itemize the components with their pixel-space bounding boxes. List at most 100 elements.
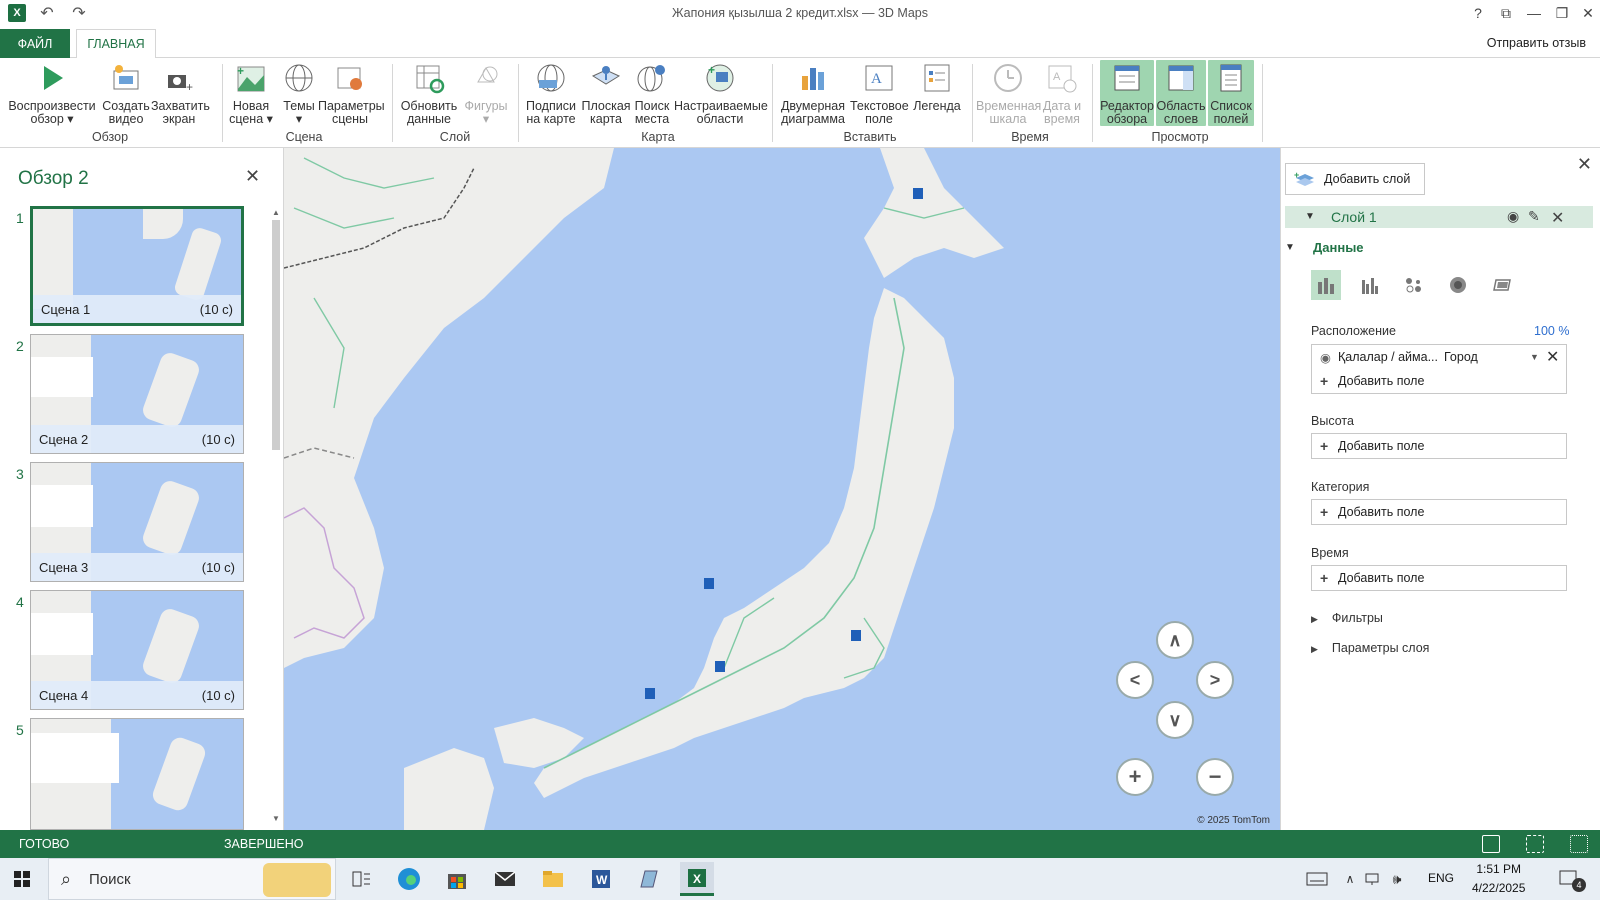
eye-icon[interactable]: ◉ xyxy=(1507,208,1519,225)
scene-thumbnail-5[interactable] xyxy=(30,718,244,830)
data-marker[interactable] xyxy=(704,578,714,589)
screen-icon[interactable] xyxy=(1482,835,1500,853)
scene-thumbnail-3[interactable]: Сцена 3 (10 с) xyxy=(30,462,244,582)
mail-icon[interactable] xyxy=(488,862,522,896)
clock[interactable]: 1:51 PM 4/22/2025 xyxy=(1472,860,1525,898)
collapse-triangle-icon[interactable]: ▼ xyxy=(1285,242,1295,253)
field-list-button[interactable]: Список полей xyxy=(1208,60,1254,126)
file-explorer-icon[interactable] xyxy=(536,862,570,896)
chevron-up-icon[interactable]: ∧ xyxy=(1340,862,1360,896)
date-time-button[interactable]: A Дата и время xyxy=(1040,60,1084,126)
data-marker[interactable] xyxy=(715,661,725,672)
pan-left-button[interactable]: < xyxy=(1116,661,1154,699)
stacked-column-icon[interactable] xyxy=(1311,270,1341,300)
pencil-icon[interactable]: ✎ xyxy=(1528,208,1540,225)
create-video-button[interactable]: Создать видео xyxy=(100,60,152,126)
delete-layer-icon[interactable]: ✕ xyxy=(1551,208,1564,228)
minimize-button[interactable]: — xyxy=(1522,3,1546,23)
zoom-out-button[interactable]: − xyxy=(1196,758,1234,796)
text-box-button[interactable]: A Текстовое поле xyxy=(848,60,910,126)
word-icon[interactable]: W xyxy=(584,862,618,896)
add-layer-button[interactable]: + Добавить слой xyxy=(1285,163,1425,195)
new-scene-button[interactable]: + Новая сцена ▾ xyxy=(226,60,276,126)
store-icon[interactable] xyxy=(440,862,474,896)
keyboard-icon[interactable] xyxy=(1300,862,1334,896)
bubble-icon[interactable] xyxy=(1399,270,1429,300)
fit-icon[interactable] xyxy=(1526,835,1544,853)
capture-screen-button[interactable]: + Захватить экран xyxy=(150,60,210,126)
category-field-box[interactable]: + Добавить поле xyxy=(1311,499,1567,525)
radio-icon[interactable]: ◉ xyxy=(1320,350,1338,365)
time-field-box[interactable]: + Добавить поле xyxy=(1311,565,1567,591)
map-view[interactable]: ∧ < > ∨ + − © 2025 TomTom xyxy=(284,148,1280,830)
filters-section[interactable]: ▶ Фильтры xyxy=(1311,611,1383,625)
close-button[interactable]: ✕ xyxy=(1576,3,1600,23)
svg-text:+: + xyxy=(237,64,244,78)
scroll-down-icon[interactable]: ▼ xyxy=(270,814,282,824)
scroll-up-icon[interactable]: ▲ xyxy=(270,208,282,218)
task-view-icon[interactable] xyxy=(344,862,378,896)
windows-start-icon[interactable] xyxy=(8,866,36,892)
map-labels-button[interactable]: Подписи на карте xyxy=(522,60,580,126)
remove-field-icon[interactable]: ✕ xyxy=(1546,347,1559,367)
add-field-row[interactable]: + Добавить поле xyxy=(1312,566,1566,590)
tab-home[interactable]: ГЛАВНАЯ xyxy=(76,29,156,59)
add-field-row[interactable]: + Добавить поле xyxy=(1312,500,1566,524)
thumb-land xyxy=(143,209,183,239)
shapes-button[interactable]: Фигуры ▾ xyxy=(460,60,512,126)
send-feedback-link[interactable]: Отправить отзыв xyxy=(1487,36,1586,50)
network-icon[interactable] xyxy=(1362,862,1384,896)
layer-options-section[interactable]: ▶ Параметры слоя xyxy=(1311,641,1429,655)
find-location-button[interactable]: Поиск места xyxy=(630,60,674,126)
clustered-column-icon[interactable] xyxy=(1355,270,1385,300)
add-field-row[interactable]: + Добавить поле xyxy=(1312,369,1566,393)
layer-header[interactable]: ▼ Слой 1 ◉ ✎ ✕ xyxy=(1285,206,1593,228)
chart-2d-button[interactable]: Двумерная диаграмма xyxy=(778,60,848,126)
excel-icon[interactable]: X xyxy=(680,862,714,896)
themes-button[interactable]: Темы ▾ xyxy=(276,60,322,126)
data-marker[interactable] xyxy=(851,630,861,641)
data-marker[interactable] xyxy=(913,188,923,199)
tour-editor-button[interactable]: Редактор обзора xyxy=(1100,60,1154,126)
timeline-button[interactable]: Временная шкала xyxy=(976,60,1041,126)
layer-pane-button[interactable]: Область слоев xyxy=(1156,60,1206,126)
scroll-thumb[interactable] xyxy=(272,220,280,450)
tour-scrollbar[interactable]: ▲ ▼ xyxy=(270,208,282,828)
region-icon[interactable] xyxy=(1487,270,1517,300)
layer-pane-close-button[interactable]: ✕ xyxy=(1577,154,1592,175)
scene-thumbnail-4[interactable]: Сцена 4 (10 с) xyxy=(30,590,244,710)
scene-thumbnail-1[interactable]: Сцена 1 (10 с) xyxy=(30,206,244,326)
heat-map-icon[interactable] xyxy=(1443,270,1473,300)
height-field-box[interactable]: + Добавить поле xyxy=(1311,433,1567,459)
location-percent[interactable]: 100 % xyxy=(1534,324,1569,338)
tour-close-button[interactable]: ✕ xyxy=(245,166,260,187)
refresh-data-button[interactable]: Обновить данные xyxy=(398,60,460,126)
scene-thumbnail-2[interactable]: Сцена 2 (10 с) xyxy=(30,334,244,454)
restore-button[interactable]: ❐ xyxy=(1550,3,1574,23)
pan-right-button[interactable]: > xyxy=(1196,661,1234,699)
collapse-triangle-icon[interactable]: ▼ xyxy=(1305,211,1315,222)
data-marker[interactable] xyxy=(645,688,655,699)
notes-app-icon[interactable] xyxy=(632,862,666,896)
edge-icon[interactable] xyxy=(392,862,426,896)
tab-file[interactable]: ФАЙЛ xyxy=(0,29,70,58)
volume-icon[interactable]: 🕪 xyxy=(1386,862,1408,896)
legend-button[interactable]: Легенда xyxy=(912,60,962,113)
add-field-row[interactable]: + Добавить поле xyxy=(1312,434,1566,458)
custom-regions-button[interactable]: + Настраиваемые области xyxy=(674,60,768,126)
flat-map-button[interactable]: Плоская карта xyxy=(580,60,632,126)
zoom-in-button[interactable]: + xyxy=(1116,758,1154,796)
scene-options-button[interactable]: Параметры сцены xyxy=(318,60,385,126)
data-section-header[interactable]: ▼ Данные xyxy=(1285,240,1364,255)
chevron-down-icon[interactable]: ▼ xyxy=(1530,352,1546,362)
pan-up-button[interactable]: ∧ xyxy=(1156,621,1194,659)
notifications-icon[interactable]: 4 xyxy=(1552,862,1586,896)
pan-down-button[interactable]: ∨ xyxy=(1156,701,1194,739)
fullscreen-icon[interactable]: ⧉ xyxy=(1494,3,1518,23)
location-field-row[interactable]: ◉ Қалалар / айма... Город ▼ ✕ xyxy=(1312,345,1566,369)
language-indicator[interactable]: ENG xyxy=(1428,871,1454,885)
help-button[interactable]: ? xyxy=(1466,3,1490,23)
play-tour-button[interactable]: Воспроизвести обзор ▾ xyxy=(8,60,96,126)
taskbar-search[interactable]: ⌕ Поиск xyxy=(48,858,336,900)
fullscreen-icon[interactable] xyxy=(1570,835,1588,853)
